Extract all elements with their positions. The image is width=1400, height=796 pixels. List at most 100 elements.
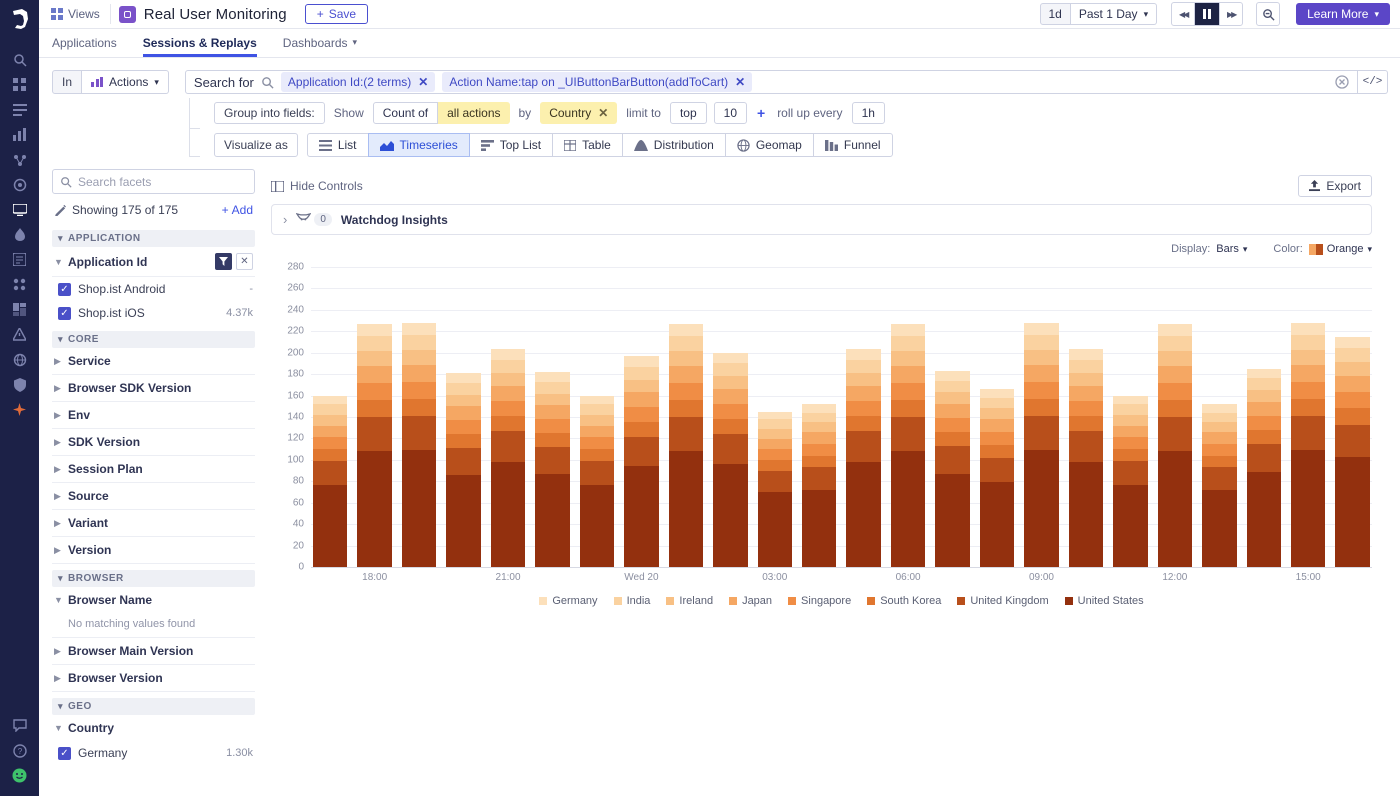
- bar-segment[interactable]: [1335, 457, 1369, 567]
- bar-segment[interactable]: [357, 400, 391, 417]
- bar-segment[interactable]: [669, 366, 703, 383]
- bar-segment[interactable]: [980, 398, 1014, 409]
- infrastructure-icon[interactable]: [7, 72, 33, 97]
- bar-segment[interactable]: [624, 356, 658, 367]
- facet-country[interactable]: ▼Country: [52, 715, 255, 741]
- bar-segment[interactable]: [1291, 399, 1325, 416]
- bar-segment[interactable]: [1247, 390, 1281, 402]
- stacked-bar[interactable]: [535, 372, 569, 567]
- step-forward-icon[interactable]: ▶▶: [1219, 2, 1243, 26]
- bar-segment[interactable]: [1291, 350, 1325, 365]
- bar-segment[interactable]: [357, 417, 391, 451]
- bar-segment[interactable]: [935, 381, 969, 393]
- bar-segment[interactable]: [713, 376, 747, 389]
- bar-segment[interactable]: [846, 401, 880, 416]
- bar-segment[interactable]: [1247, 444, 1281, 472]
- bar-segment[interactable]: [891, 383, 925, 400]
- facet-browser-version[interactable]: ▶Browser Version: [52, 665, 255, 692]
- bar-segment[interactable]: [935, 404, 969, 418]
- bar-segment[interactable]: [891, 451, 925, 567]
- stacked-bar[interactable]: [1024, 323, 1058, 567]
- legend-item[interactable]: Germany: [539, 595, 597, 607]
- bar-segment[interactable]: [935, 418, 969, 432]
- stacked-bar[interactable]: [980, 389, 1014, 567]
- bar-segment[interactable]: [980, 419, 1014, 432]
- stacked-bar[interactable]: [624, 356, 658, 567]
- stacked-bar[interactable]: [669, 324, 703, 567]
- viz-funnel-button[interactable]: Funnel: [813, 133, 893, 157]
- bar-segment[interactable]: [758, 419, 792, 429]
- bar-segment[interactable]: [935, 446, 969, 474]
- bar-segment[interactable]: [802, 490, 836, 567]
- count-of-selector[interactable]: Count of: [373, 102, 438, 124]
- apm-icon[interactable]: [7, 172, 33, 197]
- datadog-logo[interactable]: [8, 7, 32, 31]
- tab-applications[interactable]: Applications: [52, 29, 117, 57]
- bar-segment[interactable]: [313, 449, 347, 461]
- bar-segment[interactable]: [846, 373, 880, 386]
- bar-segment[interactable]: [580, 415, 614, 426]
- bar-segment[interactable]: [446, 434, 480, 448]
- bar-segment[interactable]: [1024, 450, 1058, 567]
- facet-value-row[interactable]: ✓ Germany 1.30k: [52, 741, 255, 765]
- search-icon[interactable]: [7, 47, 33, 72]
- checkbox-checked-icon[interactable]: ✓: [58, 307, 71, 320]
- bar-segment[interactable]: [1113, 461, 1147, 485]
- bar-segment[interactable]: [1247, 472, 1281, 567]
- viz-distribution-button[interactable]: Distribution: [622, 133, 726, 157]
- bar-segment[interactable]: [1247, 416, 1281, 430]
- bar-segment[interactable]: [1247, 430, 1281, 444]
- bar-segment[interactable]: [1024, 399, 1058, 416]
- bar-segment[interactable]: [1291, 335, 1325, 350]
- bar-segment[interactable]: [313, 404, 347, 415]
- bar-segment[interactable]: [935, 371, 969, 381]
- stacked-bar[interactable]: [1247, 369, 1281, 567]
- bar-segment[interactable]: [980, 432, 1014, 445]
- facet-section-core[interactable]: ▾CORE: [52, 331, 255, 348]
- bar-segment[interactable]: [535, 447, 569, 474]
- facet-clear-icon[interactable]: ✕: [236, 253, 253, 270]
- facet-service[interactable]: ▶Service: [52, 348, 255, 375]
- stacked-bar[interactable]: [1291, 323, 1325, 567]
- viz-timeseries-button[interactable]: Timeseries: [368, 133, 470, 157]
- export-button[interactable]: Export: [1298, 175, 1372, 197]
- pause-icon[interactable]: [1195, 2, 1219, 26]
- tab-sessions-replays[interactable]: Sessions & Replays: [143, 29, 257, 57]
- bar-segment[interactable]: [846, 386, 880, 401]
- bar-segment[interactable]: [802, 413, 836, 423]
- bar-segment[interactable]: [580, 404, 614, 415]
- bar-segment[interactable]: [580, 396, 614, 405]
- bar-segment[interactable]: [491, 416, 525, 431]
- code-view-toggle[interactable]: </>: [1358, 70, 1388, 94]
- status-icon[interactable]: [7, 763, 33, 788]
- facet-version[interactable]: ▶Version: [52, 537, 255, 564]
- remove-filter-icon[interactable]: ✕: [418, 75, 428, 89]
- bar-segment[interactable]: [1113, 437, 1147, 449]
- bar-segment[interactable]: [402, 323, 436, 335]
- bar-segment[interactable]: [446, 395, 480, 407]
- bar-segment[interactable]: [446, 406, 480, 420]
- bar-segment[interactable]: [402, 335, 436, 350]
- facet-source[interactable]: ▶Source: [52, 483, 255, 510]
- legend-item[interactable]: South Korea: [867, 595, 941, 607]
- hide-controls-button[interactable]: Hide Controls: [271, 179, 363, 193]
- views-button[interactable]: Views: [47, 4, 111, 24]
- bar-segment[interactable]: [1069, 349, 1103, 360]
- bar-segment[interactable]: [491, 349, 525, 360]
- stacked-bar[interactable]: [802, 404, 836, 567]
- display-type-dropdown[interactable]: Bars▾: [1216, 243, 1247, 255]
- bar-segment[interactable]: [1335, 408, 1369, 424]
- synthetics-icon[interactable]: [7, 347, 33, 372]
- stacked-bar[interactable]: [846, 349, 880, 567]
- bar-segment[interactable]: [624, 367, 658, 380]
- alerts-icon[interactable]: [7, 322, 33, 347]
- bar-segment[interactable]: [935, 432, 969, 446]
- bar-segment[interactable]: [891, 366, 925, 383]
- bar-segment[interactable]: [357, 383, 391, 400]
- learn-more-button[interactable]: Learn More ▾: [1296, 3, 1390, 25]
- bar-segment[interactable]: [758, 449, 792, 460]
- bar-segment[interactable]: [1024, 335, 1058, 350]
- bar-segment[interactable]: [1069, 386, 1103, 401]
- bar-segment[interactable]: [1202, 467, 1236, 490]
- remove-filter-icon[interactable]: ✕: [735, 75, 745, 89]
